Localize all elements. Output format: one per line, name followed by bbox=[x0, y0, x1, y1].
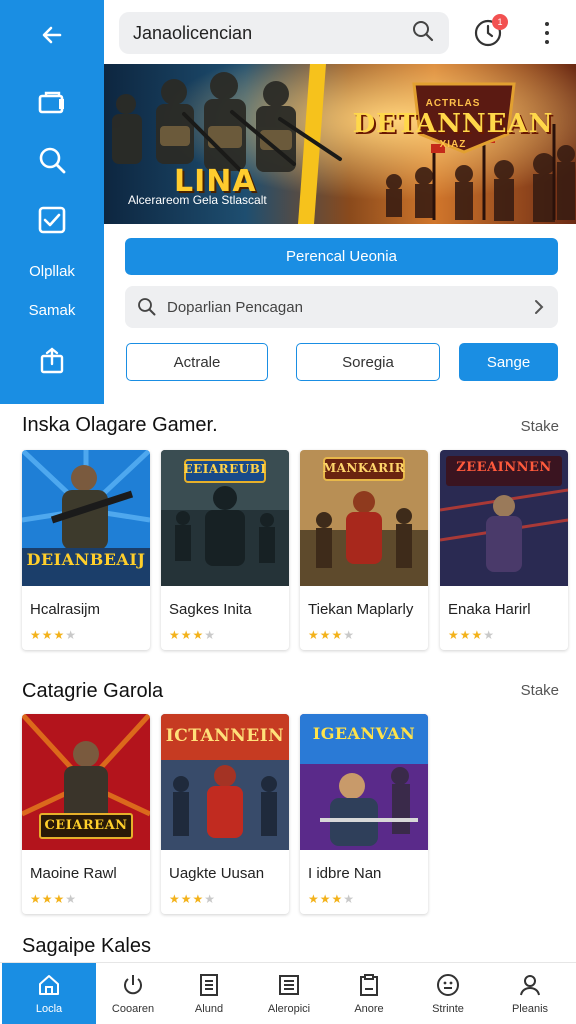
filter-button-active[interactable]: Sange bbox=[459, 343, 558, 381]
hero-subtitle: Alcerareom Gela Stlascalt bbox=[128, 193, 267, 207]
section-more-link[interactable]: Stake bbox=[521, 682, 559, 699]
game-card[interactable]: EEIAREUBI Sagkes Inita ★★★★ bbox=[161, 450, 289, 650]
folder-icon[interactable] bbox=[0, 86, 104, 120]
game-card-art-title: EEIAREUBI bbox=[183, 462, 267, 476]
notification-badge: 1 bbox=[492, 14, 508, 30]
nav-label: Anore bbox=[354, 1003, 384, 1015]
clipboard-icon bbox=[360, 974, 378, 996]
section-title: Catagrie Garola bbox=[22, 680, 164, 702]
chevron-right-icon bbox=[535, 300, 544, 314]
nav-label: Cooaren bbox=[111, 1003, 155, 1015]
game-card-title: Tiekan Maplarly bbox=[308, 601, 414, 618]
notifications-button[interactable]: 1 bbox=[472, 14, 508, 50]
game-card-title: Sagkes Inita bbox=[169, 601, 252, 618]
hero-emblem-title: DETANNEAN bbox=[352, 109, 554, 139]
game-card-title: I idbre Nan bbox=[308, 865, 382, 882]
section-title: Sagaipe Kales bbox=[22, 935, 151, 957]
game-card-rating: ★★★★ bbox=[30, 892, 78, 906]
sidebar-item-label[interactable]: Olpllak bbox=[0, 263, 104, 280]
nav-label: Pleanis bbox=[511, 1003, 549, 1015]
search-input[interactable]: Janaolicencian bbox=[119, 12, 449, 54]
list-icon bbox=[279, 975, 299, 995]
game-card-art-title: DEIANBEAIJ bbox=[26, 550, 146, 569]
game-card[interactable]: CEIAREAN Maoine Rawl ★★★★ bbox=[22, 714, 150, 914]
nav-item-list[interactable]: Aleropici bbox=[248, 963, 330, 1024]
hero-emblem: ACTRLAS DETANNEAN XIAZ bbox=[353, 84, 553, 164]
game-card-rating: ★★★★ bbox=[169, 892, 217, 906]
game-card-rating: ★★★★ bbox=[169, 628, 217, 642]
nav-item-profile[interactable]: Pleanis bbox=[489, 963, 571, 1024]
secondary-search-placeholder: Doparlian Pencagan bbox=[167, 298, 303, 316]
share-icon[interactable] bbox=[0, 346, 104, 376]
game-card-rating: ★★★★ bbox=[308, 628, 356, 642]
checkbox-icon[interactable] bbox=[0, 203, 104, 237]
hero-banner[interactable]: ACTRLAS DETANNEAN XIAZ LINA Alcerareom G… bbox=[104, 64, 576, 224]
game-card[interactable]: MANKARIR Tiekan Maplarly ★★★★ bbox=[300, 450, 428, 650]
nav-item-power[interactable]: Cooaren bbox=[92, 963, 174, 1024]
game-card-title: Uagkte Uusan bbox=[169, 865, 265, 882]
power-icon bbox=[124, 975, 142, 995]
game-card[interactable]: IGEANVAN I idbre Nan ★★★★ bbox=[300, 714, 428, 914]
game-card-art-title: ZEEAINNEN bbox=[456, 460, 552, 475]
search-icon bbox=[138, 298, 156, 316]
section-more-link[interactable]: Stake bbox=[521, 418, 559, 435]
face-icon bbox=[437, 974, 459, 996]
bottom-nav: Locla Cooaren Alund Aleropici Anore Stri… bbox=[0, 962, 576, 1024]
nav-item-clipboard[interactable]: Anore bbox=[328, 963, 410, 1024]
game-card[interactable]: ICTANNEIN Uagkte Uusan ★★★★ bbox=[161, 714, 289, 914]
game-card-rating: ★★★★ bbox=[308, 892, 356, 906]
nav-label: Alund bbox=[194, 1003, 224, 1015]
nav-item-home[interactable]: Locla bbox=[2, 963, 96, 1024]
game-card[interactable]: ZEEAINNEN Enaka Harirl ★★★★ bbox=[440, 450, 568, 650]
search-input-value: Janaolicencian bbox=[133, 22, 253, 43]
nav-item-face[interactable]: Strinte bbox=[407, 963, 489, 1024]
game-card-art-title: MANKARIR bbox=[322, 461, 406, 475]
person-icon bbox=[520, 975, 540, 996]
nav-label: Strinte bbox=[432, 1003, 464, 1015]
nav-label: Locla bbox=[35, 1003, 63, 1015]
nav-item-document[interactable]: Alund bbox=[168, 963, 250, 1024]
game-card-art-title: IGEANVAN bbox=[312, 724, 416, 743]
game-card-title: Hcalrasijm bbox=[30, 601, 101, 618]
search-icon[interactable] bbox=[0, 143, 104, 177]
game-card-rating: ★★★★ bbox=[448, 628, 496, 642]
sidebar: Olpllak Samak bbox=[0, 0, 104, 404]
back-arrow-icon[interactable] bbox=[0, 18, 104, 52]
game-card[interactable]: DEIANBEAIJ Hcalrasijm ★★★★ bbox=[22, 450, 150, 650]
game-card-title: Maoine Rawl bbox=[30, 865, 117, 882]
section-title: Inska Olagare Gamer. bbox=[22, 414, 218, 436]
filter-button[interactable]: Soregia bbox=[296, 343, 440, 381]
more-options-icon[interactable] bbox=[536, 18, 558, 48]
hero-emblem-tag: XIAZ bbox=[439, 139, 467, 150]
nav-label: Aleropici bbox=[267, 1003, 311, 1015]
primary-action-button[interactable]: Perencal Ueonia bbox=[125, 238, 558, 275]
sidebar-item-label[interactable]: Samak bbox=[0, 302, 104, 319]
game-card-art-title: ICTANNEIN bbox=[165, 726, 285, 746]
game-card-title: Enaka Harirl bbox=[448, 601, 531, 618]
secondary-search-input[interactable]: Doparlian Pencagan bbox=[125, 286, 558, 328]
home-icon bbox=[39, 975, 59, 995]
game-card-rating: ★★★★ bbox=[30, 628, 78, 642]
document-icon bbox=[200, 974, 218, 996]
search-icon[interactable] bbox=[411, 19, 435, 48]
filter-button[interactable]: Actrale bbox=[126, 343, 268, 381]
game-card-art-title: CEIAREAN bbox=[44, 818, 128, 833]
hero-emblem-small: ACTRLAS bbox=[425, 98, 481, 109]
